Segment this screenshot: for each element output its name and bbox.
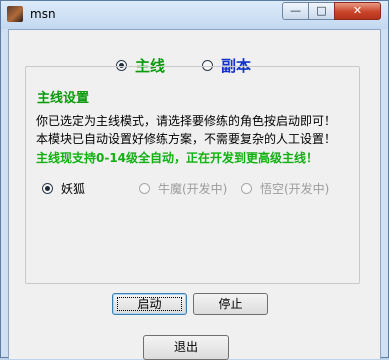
minimize-button[interactable]: —	[282, 2, 309, 20]
main-window: msn — □ ✕ 主线 副本 主线设置 你已选定为主线模式，请选择要修练的角色…	[0, 0, 389, 360]
radio-unselected-icon	[241, 183, 252, 194]
info-line-2: 本模块已自动设置好修练方案，不需要复杂的人工设置！	[36, 132, 337, 146]
maximize-button[interactable]: □	[308, 2, 335, 20]
client-area: 主线 副本 主线设置 你已选定为主线模式，请选择要修练的角色按启动即可！ 本模块…	[8, 29, 381, 360]
focus-indicator	[117, 297, 182, 311]
character-bull-radio[interactable]: 牛魔(开发中)	[139, 180, 227, 197]
character-fox-label: 妖狐	[61, 182, 86, 196]
group-title: 主线设置	[34, 87, 93, 106]
start-button[interactable]: 启动	[112, 293, 187, 315]
stop-button[interactable]: 停止	[193, 293, 268, 315]
close-button[interactable]: ✕	[334, 2, 381, 20]
character-fox-radio[interactable]: 妖狐	[42, 180, 85, 197]
app-icon	[7, 6, 23, 22]
highlight-line: 主线现支持0-14级全自动，正在开发到更高级主线！	[36, 151, 319, 165]
character-monkey-radio[interactable]: 悟空(开发中)	[241, 180, 329, 197]
info-line-1: 你已选定为主线模式，请选择要修练的角色按启动即可！	[36, 114, 337, 128]
window-title: msn	[30, 7, 56, 21]
title-bar[interactable]: msn — □ ✕	[1, 1, 388, 29]
character-bull-label: 牛魔(开发中)	[158, 182, 228, 196]
character-monkey-label: 悟空(开发中)	[260, 182, 330, 196]
radio-selected-icon	[42, 183, 53, 194]
radio-unselected-icon	[139, 183, 150, 194]
exit-button[interactable]: 退出	[143, 335, 229, 360]
